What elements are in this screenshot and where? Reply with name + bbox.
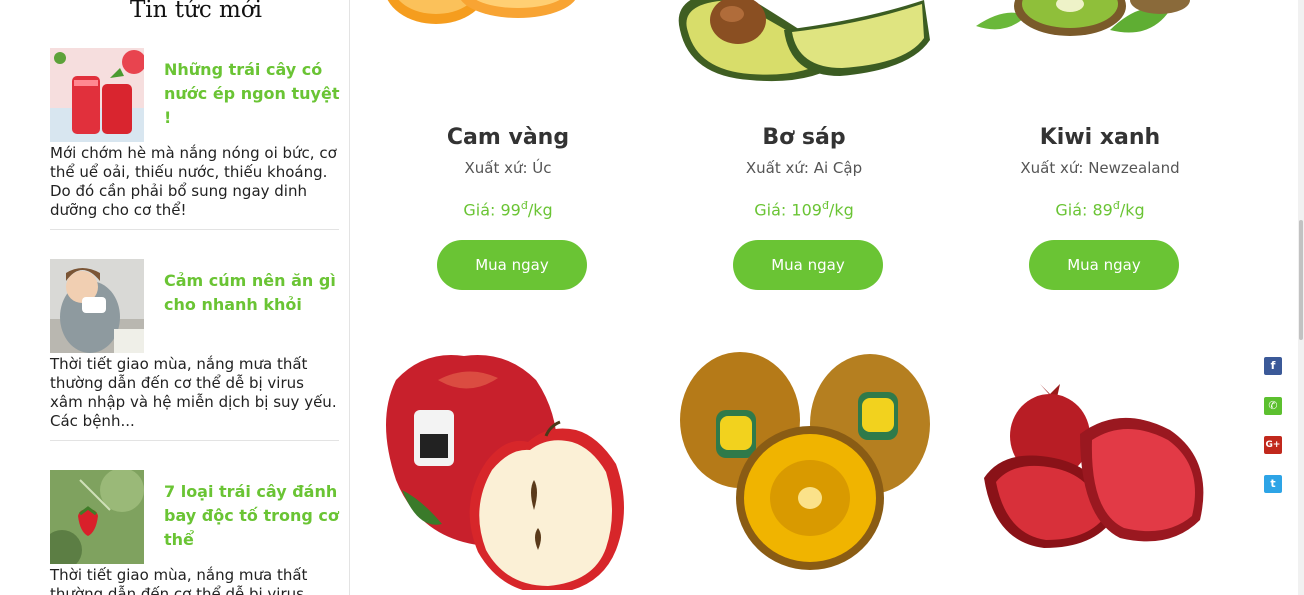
news-excerpt: Mới chớm hè mà nắng nóng oi bức, cơ thể … (50, 144, 337, 219)
product-name: Bơ sáp (762, 125, 846, 150)
product-image-apple[interactable] (378, 340, 638, 590)
price-unit: /kg (527, 200, 553, 220)
facebook-icon[interactable]: f (1264, 357, 1282, 375)
product-image-gold-kiwi[interactable] (674, 346, 934, 590)
price-currency: đ (520, 199, 528, 212)
news-thumbnail-flu[interactable] (50, 259, 144, 353)
product-image-pomegranate[interactable] (970, 378, 1230, 590)
product-price: Giá: 109đ/kg (674, 199, 934, 219)
news-sidebar: Tin tức mới Những trái cây có nước ép ng… (0, 0, 350, 595)
news-divider (50, 440, 339, 441)
buy-now-button[interactable]: Mua ngay (1029, 240, 1179, 290)
buy-now-button[interactable]: Mua ngay (733, 240, 883, 290)
price-prefix: Giá: (754, 200, 792, 220)
news-title[interactable]: 7 loại trái cây đánh bay độc tố trong cơ… (164, 480, 342, 552)
price-unit: /kg (828, 200, 854, 220)
news-excerpt: Thời tiết giao mùa, nắng mưa thất thường… (50, 566, 308, 595)
product-price: Giá: 99đ/kg (378, 199, 638, 219)
scrollbar-thumb[interactable] (1299, 220, 1303, 340)
google-plus-icon[interactable]: G+ (1264, 436, 1282, 454)
price-value: 89 (1092, 200, 1113, 220)
phone-icon[interactable]: ✆ (1264, 397, 1282, 415)
product-origin: Xuất xứ: Úc (464, 159, 552, 177)
product-name: Kiwi xanh (1039, 125, 1161, 150)
twitter-icon[interactable]: t (1264, 475, 1282, 493)
product-price: Giá: 89đ/kg (970, 199, 1230, 219)
product-name: Cam vàng (446, 125, 570, 150)
product-origin: Xuất xứ: Newzealand (1020, 159, 1180, 177)
price-unit: /kg (1119, 200, 1145, 220)
product-origin: Xuất xứ: Ai Cập (745, 159, 863, 177)
sidebar-title: Tin tức mới (129, 0, 263, 23)
price-value: 109 (791, 200, 822, 220)
buy-now-button[interactable]: Mua ngay (437, 240, 587, 290)
news-excerpt: Thời tiết giao mùa, nắng mưa thất thường… (50, 355, 337, 430)
price-currency: đ (1112, 199, 1120, 212)
price-value: 99 (500, 200, 521, 220)
news-title[interactable]: Cảm cúm nên ăn gì cho nhanh khỏi (164, 269, 342, 317)
news-title[interactable]: Những trái cây có nước ép ngon tuyệt ! (164, 58, 342, 130)
product-image-orange[interactable] (378, 0, 638, 40)
product-image-avocado[interactable] (674, 0, 934, 84)
news-divider (50, 229, 339, 230)
news-thumbnail-strawberry[interactable] (50, 470, 144, 564)
product-image-kiwi[interactable] (970, 0, 1230, 46)
price-currency: đ (821, 199, 829, 212)
price-prefix: Giá: (1055, 200, 1093, 220)
news-thumbnail-juice[interactable] (50, 48, 144, 142)
price-prefix: Giá: (463, 200, 501, 220)
